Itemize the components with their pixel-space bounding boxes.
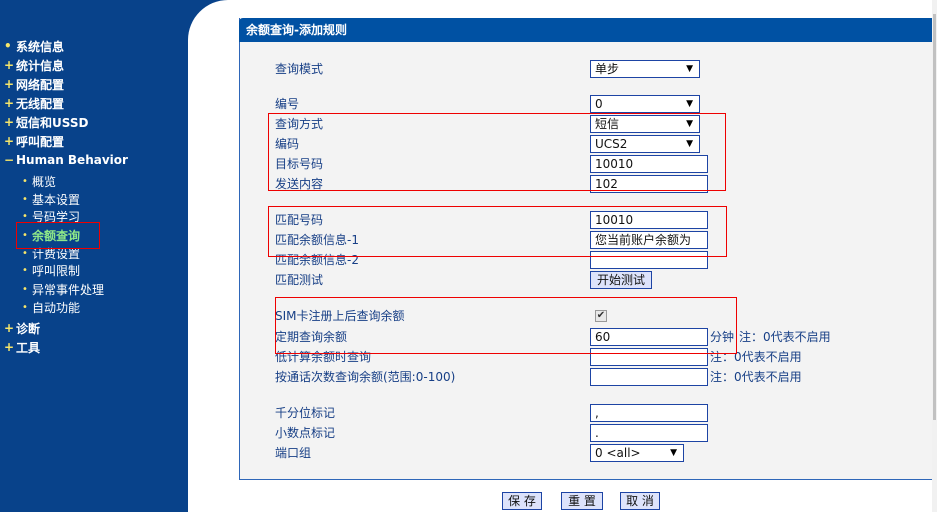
nav-label: 概览	[32, 175, 57, 189]
nav-item-tools[interactable]: + 工具	[4, 338, 40, 356]
match-number-input[interactable]: 10010	[590, 211, 708, 229]
scrollbar-thumb[interactable]	[933, 14, 936, 420]
label-match-balance-1: 匹配余额信息-1	[275, 233, 359, 247]
label-query-mode: 查询模式	[275, 62, 324, 76]
dropdown-arrow-icon: ▼	[686, 139, 693, 149]
nav-label: 网络配置	[16, 77, 65, 92]
thousands-separator-input[interactable]: ,	[590, 404, 708, 422]
nav-label: 自动功能	[32, 301, 81, 315]
nav-item-diagnostics[interactable]: + 诊断	[4, 319, 40, 337]
expand-plus-icon: +	[4, 340, 15, 354]
sub-nav-call-limit[interactable]: • 呼叫限制	[22, 262, 80, 279]
sub-nav-basic-settings[interactable]: • 基本设置	[22, 191, 80, 208]
query-mode-select[interactable]: 单步 ▼	[590, 60, 700, 78]
dropdown-arrow-icon: ▼	[686, 64, 693, 74]
query-method-select[interactable]: 短信 ▼	[590, 115, 700, 133]
select-value: UCS2	[595, 137, 628, 151]
label-call-count-query: 按通话次数查询余额(范围:0-100)	[275, 370, 456, 384]
nav-label: 基本设置	[32, 193, 81, 207]
nav-item-wireless[interactable]: + 无线配置	[4, 94, 64, 112]
label-query-method: 查询方式	[275, 117, 324, 131]
select-value: 0 <all>	[595, 446, 641, 460]
port-group-select[interactable]: 0 <all> ▼	[590, 444, 684, 462]
nav-item-network[interactable]: + 网络配置	[4, 75, 64, 93]
nav-label: 系统信息	[16, 39, 65, 54]
dropdown-arrow-icon: ▼	[686, 119, 693, 129]
sim-register-query-checkbox[interactable]: ✔	[595, 310, 607, 322]
panel-title: 余额查询-添加规则	[239, 18, 932, 42]
send-content-input[interactable]: 102	[590, 175, 708, 193]
label-index: 编号	[275, 97, 300, 111]
label-thousands-separator: 千分位标记	[275, 406, 336, 420]
nav-item-call-config[interactable]: + 呼叫配置	[4, 132, 64, 150]
bullet-icon: •	[4, 39, 12, 53]
label-sim-register-query: SIM卡注册上后查询余额	[275, 309, 405, 323]
match-balance-2-input[interactable]	[590, 251, 708, 269]
nav-label: 短信和USSD	[16, 115, 89, 130]
label-decimal-mark: 小数点标记	[275, 426, 336, 440]
bullet-icon: •	[22, 265, 28, 276]
label-match-test: 匹配测试	[275, 273, 324, 287]
nav-label: 无线配置	[16, 96, 65, 111]
collapse-minus-icon: −	[4, 153, 15, 167]
periodic-query-note: 注：0代表不启用	[739, 330, 831, 344]
annotation-highlight-box	[16, 222, 100, 249]
expand-plus-icon: +	[4, 58, 15, 72]
nav-label: Human Behavior	[16, 153, 128, 167]
encoding-select[interactable]: UCS2 ▼	[590, 135, 700, 153]
nav-item-system-info[interactable]: • 系统信息	[4, 37, 64, 55]
nav-label: 工具	[16, 340, 41, 355]
low-balance-query-note: 注：0代表不启用	[710, 350, 802, 364]
label-low-balance-query: 低计算余额时查询	[275, 350, 372, 364]
label-port-group: 端口组	[275, 446, 312, 460]
label-target-number: 目标号码	[275, 157, 324, 171]
label-encoding: 编码	[275, 137, 300, 151]
select-value: 短信	[595, 117, 620, 131]
dropdown-arrow-icon: ▼	[670, 448, 677, 458]
select-value: 单步	[595, 62, 620, 76]
nav-label: 呼叫配置	[16, 134, 65, 149]
form-panel	[239, 18, 932, 480]
expand-plus-icon: +	[4, 115, 15, 129]
nav-label: 异常事件处理	[32, 283, 105, 297]
label-send-content: 发送内容	[275, 177, 324, 191]
decimal-mark-input[interactable]: .	[590, 424, 708, 442]
index-select[interactable]: 0 ▼	[590, 95, 700, 113]
sub-nav-overview[interactable]: • 概览	[22, 173, 56, 190]
bullet-icon: •	[22, 284, 28, 295]
save-button[interactable]: 保 存	[502, 492, 542, 510]
dropdown-arrow-icon: ▼	[686, 99, 693, 109]
expand-plus-icon: +	[4, 321, 15, 335]
expand-plus-icon: +	[4, 134, 15, 148]
nav-label: 统计信息	[16, 58, 65, 73]
nav-item-sms-ussd[interactable]: + 短信和USSD	[4, 113, 88, 131]
label-match-number: 匹配号码	[275, 213, 324, 227]
start-test-button[interactable]: 开始测试	[590, 271, 652, 289]
bullet-icon: •	[22, 302, 28, 313]
sub-nav-exception-handling[interactable]: • 异常事件处理	[22, 281, 104, 298]
cancel-button[interactable]: 取 消	[620, 492, 660, 510]
nav-label: 诊断	[16, 321, 41, 336]
call-count-query-input[interactable]	[590, 368, 708, 386]
expand-plus-icon: +	[4, 77, 15, 91]
reset-button[interactable]: 重 置	[561, 492, 603, 510]
nav-item-statistics[interactable]: + 统计信息	[4, 56, 64, 74]
call-count-query-note: 注：0代表不启用	[710, 370, 802, 384]
sub-nav-auto-functions[interactable]: • 自动功能	[22, 299, 80, 316]
nav-label: 呼叫限制	[32, 264, 81, 278]
periodic-query-unit: 分钟	[710, 330, 735, 344]
bullet-icon: •	[22, 176, 28, 187]
bullet-icon: •	[22, 194, 28, 205]
nav-item-human-behavior[interactable]: − Human Behavior	[4, 151, 128, 169]
low-balance-query-input[interactable]	[590, 348, 708, 366]
expand-plus-icon: +	[4, 96, 15, 110]
match-balance-1-input[interactable]: 您当前账户余额为	[590, 231, 708, 249]
periodic-query-input[interactable]: 60	[590, 328, 708, 346]
label-match-balance-2: 匹配余额信息-2	[275, 253, 359, 267]
target-number-input[interactable]: 10010	[590, 155, 708, 173]
bullet-icon: •	[22, 248, 28, 259]
select-value: 0	[595, 97, 603, 111]
label-periodic-query: 定期查询余额	[275, 330, 348, 344]
bullet-icon: •	[22, 211, 28, 222]
